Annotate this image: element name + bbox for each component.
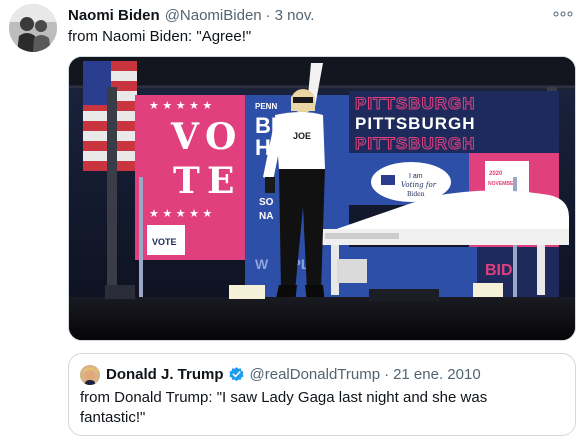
svg-text:PITTSBURGH: PITTSBURGH — [355, 94, 476, 113]
svg-text:PITTSBURGH: PITTSBURGH — [355, 134, 476, 153]
verified-badge-icon — [228, 366, 245, 383]
svg-text:NOVEMBER: NOVEMBER — [488, 181, 517, 187]
svg-text:PITTSBURGH: PITTSBURGH — [355, 114, 476, 133]
ellipsis-icon — [553, 11, 573, 17]
shirt-text: JOE — [293, 131, 311, 141]
svg-text:BID: BID — [485, 262, 513, 279]
ballot-box-label: VOTE — [152, 237, 177, 247]
pittsburgh-banner: PITTSBURGH PITTSBURGH PITTSBURGH — [349, 91, 559, 154]
quoted-author-name[interactable]: Donald J. Trump — [106, 366, 224, 383]
separator-dot: · — [265, 7, 271, 24]
author-avatar[interactable] — [9, 4, 57, 52]
quoted-timestamp[interactable]: 21 ene. 2010 — [393, 366, 481, 383]
vote-letter-v: V — [170, 116, 200, 158]
quoted-author-avatar[interactable] — [80, 365, 100, 385]
svg-text:2020: 2020 — [489, 171, 503, 177]
svg-text:★ ★ ★ ★ ★: ★ ★ ★ ★ ★ — [149, 207, 212, 220]
svg-text:★ ★ ★ ★ ★: ★ ★ ★ ★ ★ — [149, 99, 212, 112]
quoted-tweet-text: from Donald Trump: "I saw Lady Gaga last… — [80, 389, 488, 426]
vote-letter-o: O — [205, 116, 236, 158]
vote-letter-e: E — [207, 160, 234, 202]
quoted-author-handle[interactable]: @realDonaldTrump — [250, 366, 381, 383]
tweet-card[interactable]: Naomi Biden @NaomiBiden · 3 nov. from Na… — [0, 0, 586, 441]
quoted-separator-dot: · — [384, 366, 390, 383]
quoted-tweet[interactable]: Donald J. Trump @realDonaldTrump · 21 en… — [68, 353, 576, 436]
quoted-tweet-header: Donald J. Trump @realDonaldTrump · 21 en… — [106, 366, 481, 383]
more-options-button[interactable] — [550, 6, 576, 22]
svg-text:NA: NA — [259, 211, 273, 222]
tweet-header: Naomi Biden @NaomiBiden · 3 nov. — [68, 7, 314, 27]
svg-text:PENN: PENN — [255, 102, 277, 111]
tweet-media-photo[interactable]: ★ ★ ★ ★ ★ V O T E ★ ★ ★ ★ ★ VOTE PENN BI… — [68, 56, 576, 341]
vote-letter-t: T — [173, 160, 200, 202]
author-handle[interactable]: @NaomiBiden — [165, 7, 262, 24]
vote-banner: ★ ★ ★ ★ ★ V O T E ★ ★ ★ ★ ★ VOTE — [135, 95, 245, 260]
svg-text:SO: SO — [259, 197, 274, 208]
svg-text:Biden: Biden — [407, 191, 425, 198]
tweet-text: from Naomi Biden: "Agree!" — [68, 28, 252, 45]
svg-text:I am: I am — [409, 173, 423, 180]
author-name[interactable]: Naomi Biden — [68, 7, 160, 24]
svg-text:Voting for: Voting for — [401, 181, 437, 189]
timestamp[interactable]: 3 nov. — [275, 7, 315, 24]
